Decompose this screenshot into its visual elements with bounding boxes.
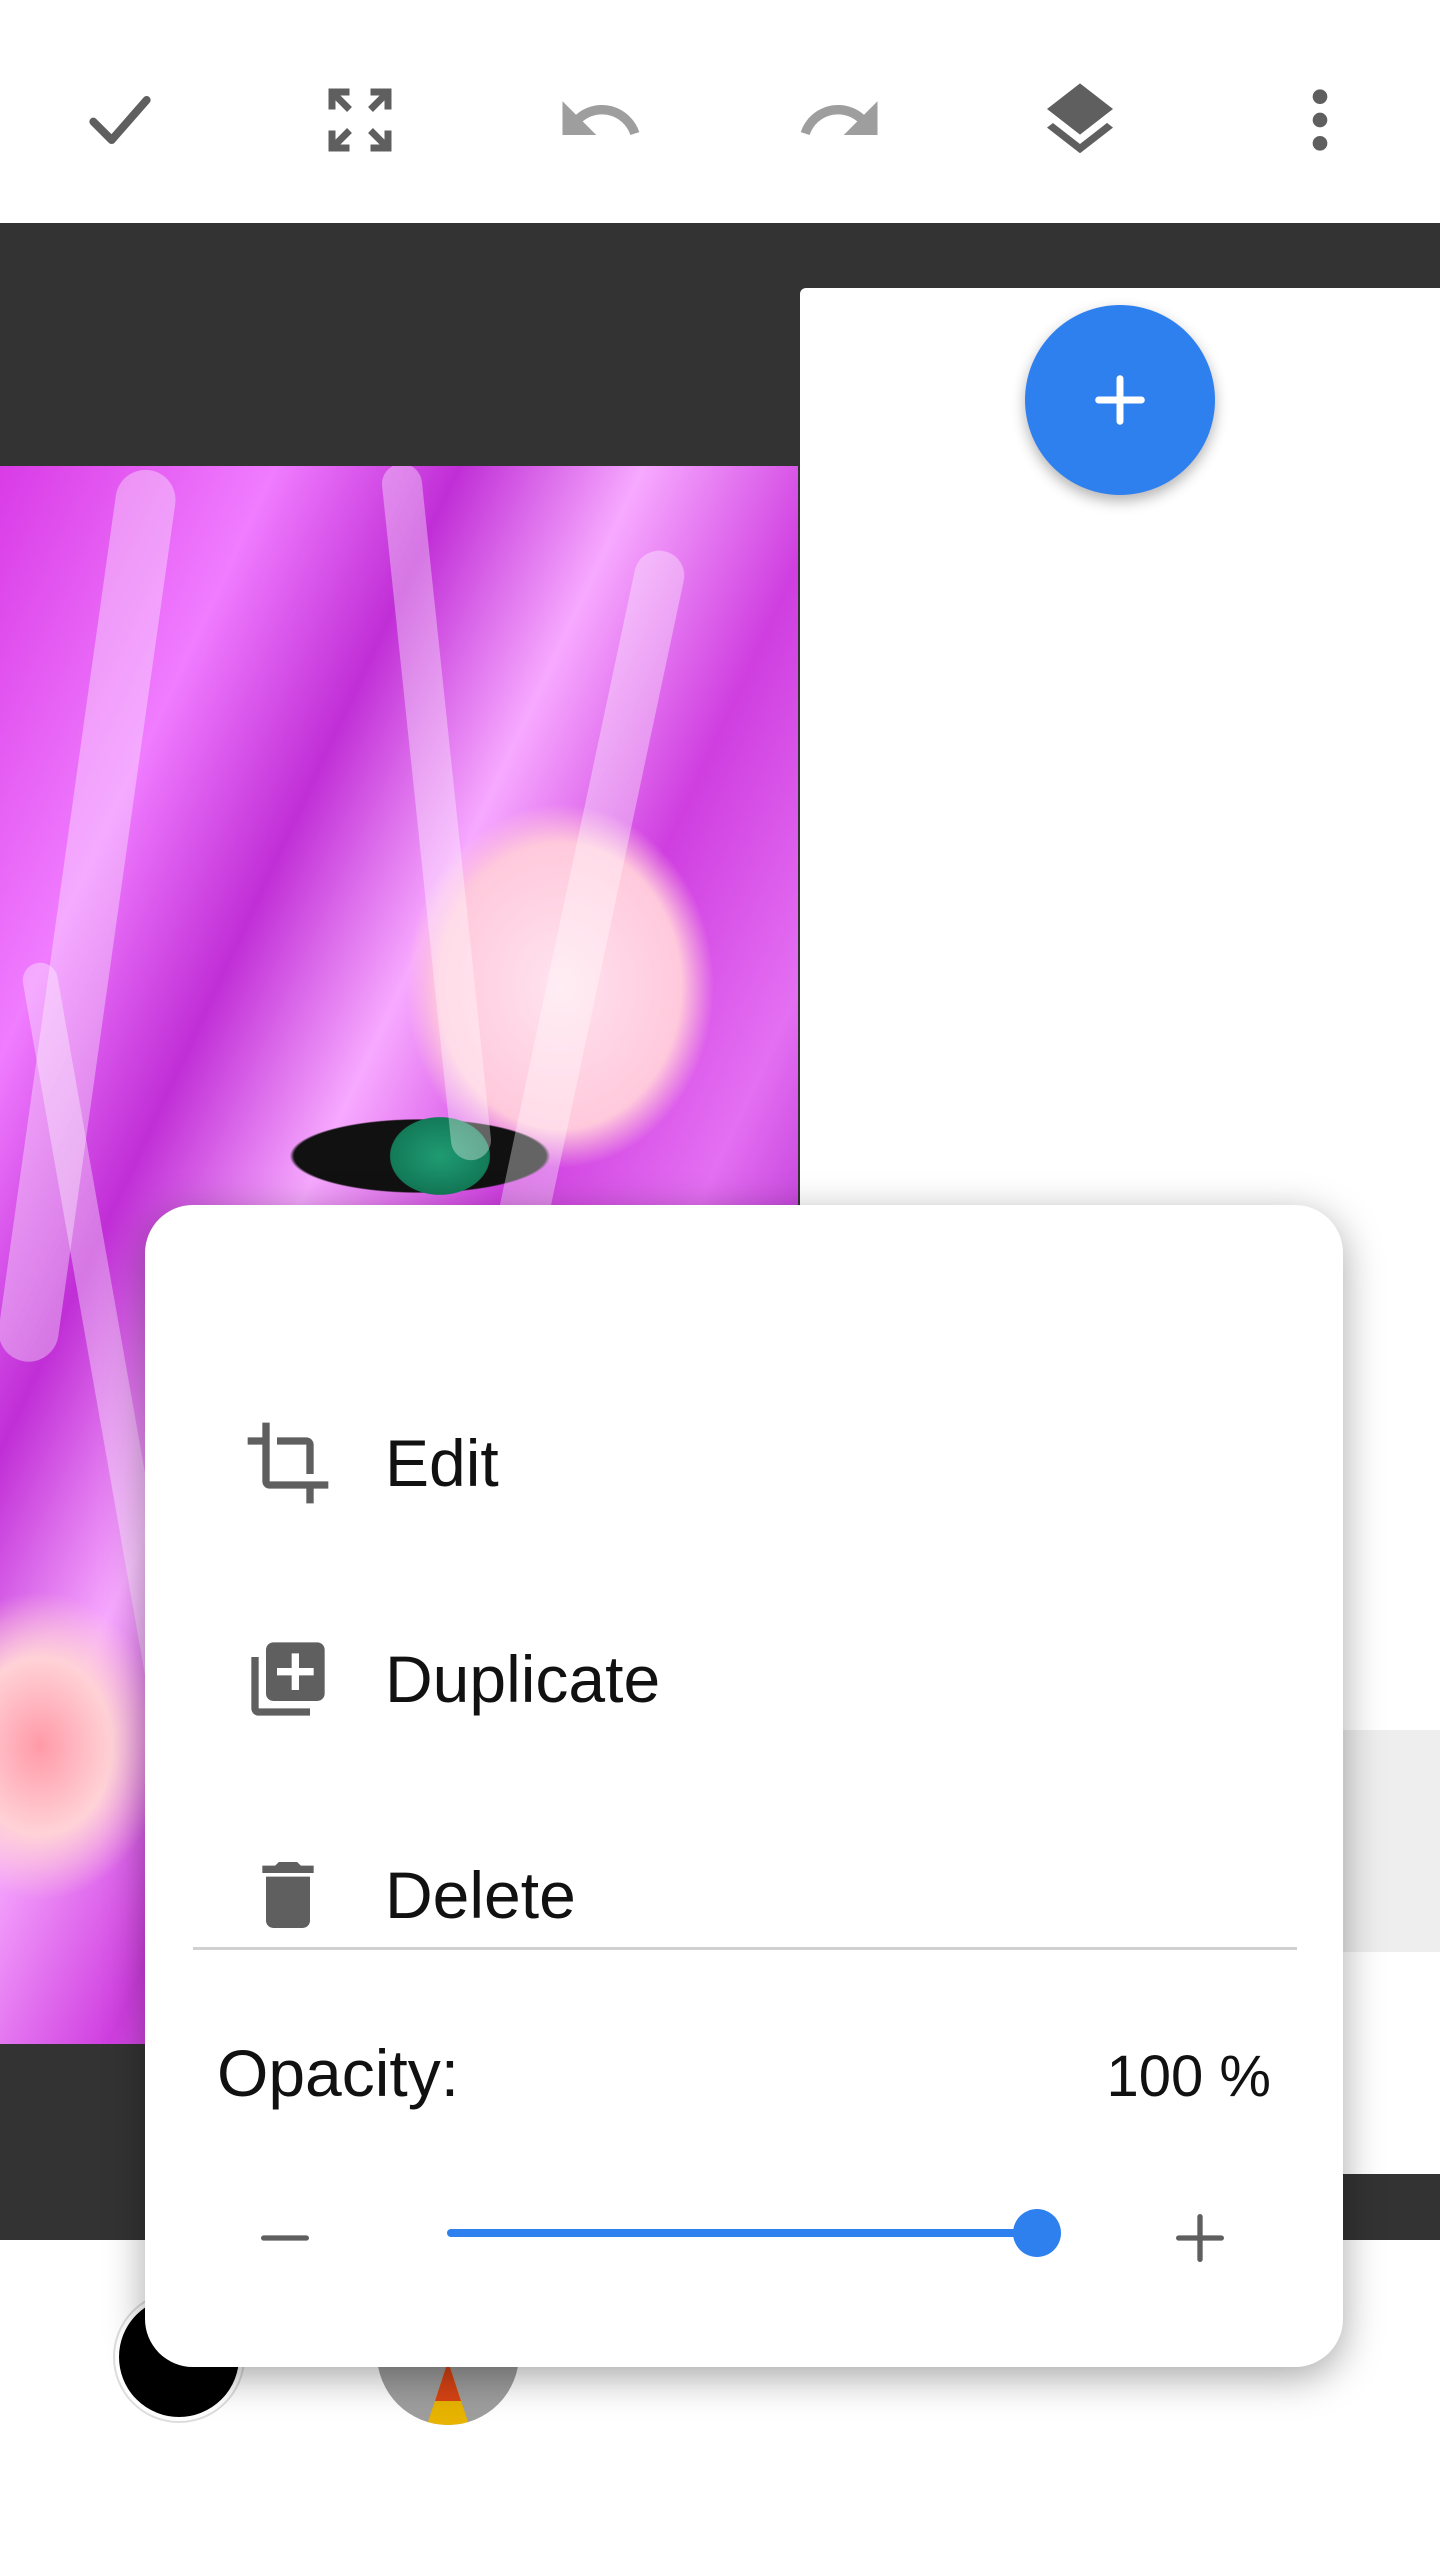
- layers-button[interactable]: [1020, 60, 1140, 180]
- hair-highlight: [380, 466, 493, 1163]
- redo-button[interactable]: [780, 60, 900, 180]
- add-layer-button[interactable]: [1025, 305, 1215, 495]
- crop-icon: [243, 1418, 333, 1508]
- more-vert-icon: [1312, 89, 1328, 151]
- menu-item-label: Delete: [385, 1858, 576, 1932]
- opacity-label: Opacity:: [217, 2036, 460, 2110]
- check-icon: [89, 96, 151, 144]
- opacity-value: 100 %: [1106, 2044, 1271, 2109]
- opacity-decrease-button[interactable]: [230, 2183, 340, 2293]
- menu-item-label: Edit: [385, 1426, 499, 1500]
- minus-icon: [261, 2235, 309, 2241]
- plus-icon: [1095, 375, 1145, 425]
- layer-context-menu: Edit Duplicate Delete Opacity: 100 %: [145, 1205, 1343, 2367]
- menu-item-edit[interactable]: Edit: [145, 1363, 1343, 1563]
- plus-icon: [1176, 2214, 1224, 2262]
- opacity-increase-button[interactable]: [1145, 2183, 1255, 2293]
- opacity-slider-thumb[interactable]: [1013, 2209, 1061, 2257]
- redo-icon: [800, 101, 878, 135]
- opacity-slider-track[interactable]: [447, 2229, 1037, 2237]
- top-toolbar: [0, 0, 1440, 223]
- fullscreen-icon: [328, 88, 392, 152]
- trash-icon: [243, 1850, 333, 1940]
- menu-item-duplicate[interactable]: Duplicate: [145, 1579, 1343, 1779]
- undo-icon: [562, 101, 640, 135]
- undo-button[interactable]: [540, 60, 660, 180]
- menu-divider: [193, 1947, 1297, 1950]
- fullscreen-button[interactable]: [300, 60, 420, 180]
- menu-item-label: Duplicate: [385, 1642, 661, 1716]
- layers-icon: [1047, 83, 1113, 154]
- more-options-button[interactable]: [1260, 60, 1380, 180]
- menu-item-delete[interactable]: Delete: [145, 1795, 1343, 1995]
- library-add-icon: [243, 1634, 333, 1724]
- confirm-button[interactable]: [60, 60, 180, 180]
